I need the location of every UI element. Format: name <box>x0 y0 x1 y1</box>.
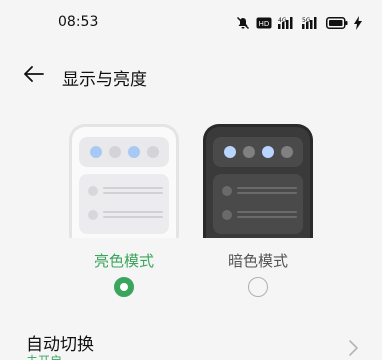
preview-top-bar <box>79 137 169 167</box>
dark-mode-option[interactable]: 暗色模式 <box>203 124 313 304</box>
preview-dot <box>127 146 140 158</box>
back-button[interactable] <box>20 62 48 90</box>
preview-row <box>88 210 164 222</box>
preview-dot <box>223 146 236 158</box>
preview-row <box>222 186 298 198</box>
light-mode-radio[interactable] <box>114 277 134 297</box>
page-title: 显示与亮度 <box>62 70 147 90</box>
preview-dot <box>242 146 255 158</box>
dark-mode-preview <box>203 124 313 238</box>
preview-dot <box>108 146 121 158</box>
preview-top-bar <box>213 137 303 167</box>
arrow-left-icon <box>24 66 44 86</box>
mute-icon <box>236 16 250 30</box>
status-time: 08:53 <box>58 14 99 30</box>
hd-icon: HD <box>256 17 272 29</box>
preview-dot <box>261 146 274 158</box>
light-mode-label: 亮色模式 <box>93 252 154 270</box>
chevron-right-icon <box>346 338 360 358</box>
light-mode-preview <box>69 124 179 238</box>
auto-switch-status: 未开启 <box>26 352 62 360</box>
status-icons: HD 4G 5G <box>236 16 362 30</box>
charging-icon <box>354 16 362 30</box>
preview-dot <box>89 146 102 158</box>
preview-dot <box>280 146 293 158</box>
preview-dot <box>146 146 159 158</box>
hd-label: HD <box>259 20 270 28</box>
status-bar: 08:53 HD 4G 5G <box>0 0 382 48</box>
preview-card <box>79 174 169 234</box>
signal-4g-icon: 4G <box>278 16 296 30</box>
battery-icon <box>326 17 348 29</box>
header: 显示与亮度 <box>0 56 382 96</box>
signal-5g-icon: 5G <box>302 16 320 30</box>
dark-mode-label: 暗色模式 <box>227 252 288 270</box>
light-mode-option[interactable]: 亮色模式 <box>69 124 179 304</box>
preview-row <box>88 186 164 198</box>
dark-mode-radio[interactable] <box>248 277 268 297</box>
preview-row <box>222 210 298 222</box>
preview-card <box>213 174 303 234</box>
